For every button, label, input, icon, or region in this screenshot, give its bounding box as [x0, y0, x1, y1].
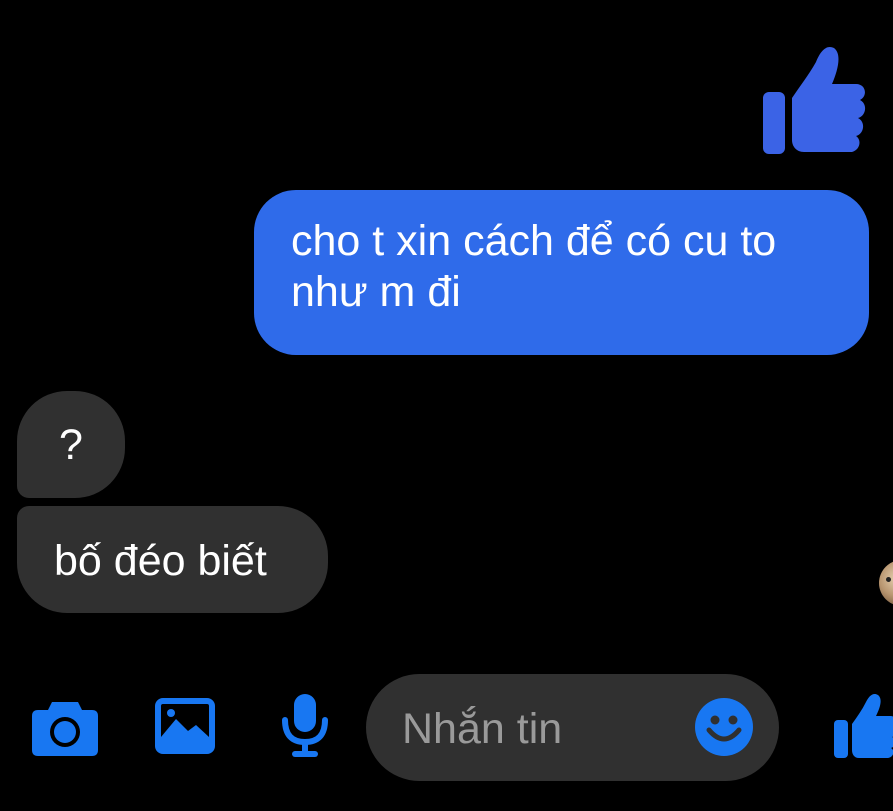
emoji-icon[interactable]	[695, 698, 753, 756]
thumb-cuff	[763, 92, 785, 154]
microphone-icon[interactable]	[280, 694, 330, 758]
message-bubble-outgoing[interactable]: cho t xin cách để có cu to như m đi	[254, 190, 869, 355]
message-text: cho t xin cách để có cu to như m đi	[291, 217, 777, 316]
message-input-placeholder: Nhắn tin	[402, 705, 563, 753]
seen-avatar	[879, 560, 893, 606]
message-bubble-incoming[interactable]: bố đéo biết	[17, 506, 328, 613]
message-bubble-incoming[interactable]: ?	[17, 391, 125, 498]
thumbs-up-icon[interactable]	[832, 692, 893, 760]
camera-icon[interactable]	[32, 698, 98, 756]
message-text: ?	[59, 421, 83, 469]
gallery-icon[interactable]	[154, 697, 216, 755]
thumb-hand	[792, 46, 866, 153]
avatar-eye	[886, 577, 891, 582]
message-text: bố đéo biết	[54, 537, 267, 585]
message-input[interactable]: Nhắn tin	[366, 674, 779, 781]
thumbs-up-sticker[interactable]	[760, 44, 868, 156]
